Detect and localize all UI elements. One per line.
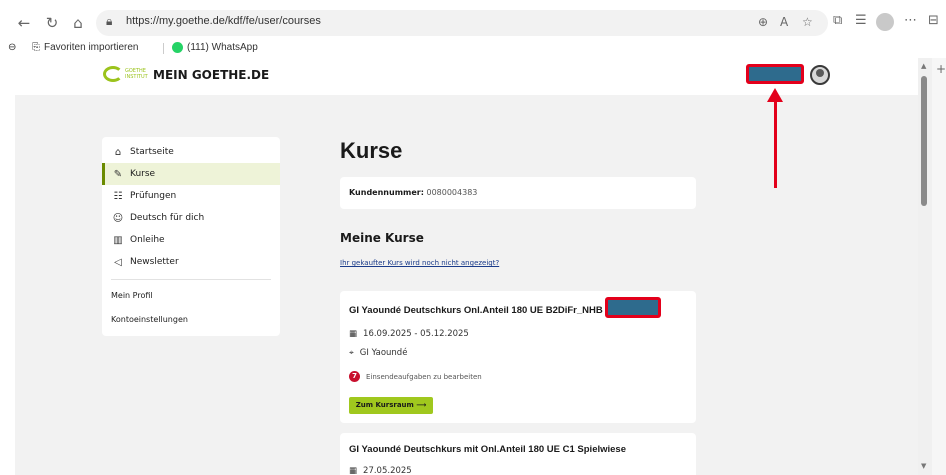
browser-toolbar: ← ↻ ⌂ 🔒︎ https://my.goethe.de/kdf/fe/use… [0,8,946,38]
sidebar-item-kontoeinstellungen[interactable]: Kontoeinstellungen [111,315,188,324]
calendar-icon: ▦ [349,466,358,475]
sidebar-item-label: Deutsch für dich [130,213,205,223]
location-icon: ⌖ [349,348,354,358]
favorites-bar: ⊖ ⎘ Favoriten importieren (111) WhatsApp [0,38,946,58]
course-dates-text: 27.05.2025 [363,466,412,475]
favorites-import-label: Favoriten importieren [44,42,139,53]
zoom-icon[interactable]: ⊕ [758,15,768,29]
scroll-thumb[interactable] [921,76,927,206]
course-room-button[interactable]: Zum Kursraum ⟶ [349,397,433,414]
add-icon[interactable]: + [936,62,946,76]
page-content: GOETHE INSTITUT MEIN GOETHE.DE ⌂ Startse… [15,58,918,475]
course-dates: ▦ 16.09.2025 - 05.12.2025 [349,329,469,339]
sidebar-item-onleihe[interactable]: ▥ Onleihe [102,229,280,251]
sidebar-item-label: Onleihe [130,235,165,245]
course-title: GI Yaoundé Deutschkurs Onl.Anteil 180 UE… [349,305,603,316]
sidebar-item-label: Startseite [130,147,174,157]
import-icon: ⎘ [32,42,40,53]
logo-mark-icon [103,66,123,82]
megaphone-icon: ◁ [114,256,122,268]
redacted-course-suffix [605,297,661,318]
course-tasks: 7 Einsendeaufgaben zu bearbeiten [349,371,482,382]
course-location-text: GI Yaoundé [359,348,408,358]
sidebar-item-startseite[interactable]: ⌂ Startseite [102,141,280,163]
profile-icon[interactable] [876,13,894,31]
avatar[interactable] [810,65,830,85]
star-icon[interactable]: ☆ [802,15,813,29]
page-title: Kurse [340,138,403,163]
logo-text: GOETHE INSTITUT [125,68,148,80]
course-icon: ✎ [113,168,123,180]
annotation-arrow [774,98,777,188]
task-text: Einsendeaufgaben zu bearbeiten [366,372,482,381]
sidebar-divider [111,279,271,280]
whatsapp-icon [172,42,183,53]
course-card: GI Yaoundé Deutschkurs mit Onl.Anteil 18… [340,433,696,475]
customer-number-value: 0080004383 [426,188,478,197]
refresh-icon[interactable]: ↻ [42,13,62,33]
browser-side-rail [932,58,946,475]
customer-number: Kundennummer: 0080004383 [349,188,477,197]
favorites-divider [163,43,164,54]
sidebar-item-pruefungen[interactable]: ☷ Prüfungen [102,185,280,207]
favorite-whatsapp[interactable]: (111) WhatsApp [172,42,258,53]
favorites-import[interactable]: ⎘ Favoriten importieren [32,42,138,53]
home-icon: ⌂ [114,146,122,158]
site-name[interactable]: MEIN GOETHE.DE [153,68,269,82]
redacted-user-name[interactable] [746,64,804,84]
course-dates: ▦ 27.05.2025 [349,466,412,475]
course-location: ⌖ GI Yaoundé [349,348,407,358]
sidebar-item-kurse[interactable]: ✎ Kurse [102,163,280,185]
scrollbar[interactable]: ▲ ▼ [918,58,932,475]
exam-icon: ☷ [113,190,123,202]
sidebar-item-deutsch-fuer-dich[interactable]: ☺ Deutsch für dich [102,207,280,229]
collections-icon[interactable]: ☰ [855,13,867,28]
library-icon: ▥ [113,234,123,246]
back-arrow-icon[interactable]: ← [14,13,34,33]
missing-course-link[interactable]: Ihr gekaufter Kurs wird noch nicht angez… [340,259,499,267]
sidebar-item-label: Prüfungen [130,191,177,201]
scroll-up-icon[interactable]: ▲ [921,62,926,70]
sidebar-item-mein-profil[interactable]: Mein Profil [111,291,153,300]
sidebar-toggle-icon[interactable]: ⊟ [928,13,939,28]
goethe-logo[interactable]: GOETHE INSTITUT [103,66,148,82]
more-icon[interactable]: ⋯ [904,13,917,28]
read-aloud-icon[interactable]: A [780,15,788,29]
section-title: Meine Kurse [340,231,424,245]
course-dates-text: 16.09.2025 - 05.12.2025 [363,329,469,339]
home-icon[interactable]: ⌂ [68,13,88,33]
course-title: GI Yaoundé Deutschkurs mit Onl.Anteil 18… [349,444,626,455]
customer-number-label: Kundennummer: [349,188,424,197]
favorite-whatsapp-label: (111) WhatsApp [187,42,258,53]
sidebar-item-newsletter[interactable]: ◁ Newsletter [102,251,280,273]
scroll-down-icon[interactable]: ▼ [921,462,926,470]
lock-icon[interactable]: 🔒︎ [106,14,112,29]
task-count-badge: 7 [349,371,360,382]
url-text[interactable]: https://my.goethe.de/kdf/fe/user/courses [126,15,321,27]
split-screen-icon[interactable]: ⧉ [833,13,842,28]
sidebar-item-label: Newsletter [130,257,179,267]
address-bar[interactable]: 🔒︎ https://my.goethe.de/kdf/fe/user/cour… [96,10,828,36]
sidebar-nav: ⌂ Startseite ✎ Kurse ☷ Prüfungen ☺ Deuts… [102,137,280,336]
collapse-icon[interactable]: ⊖ [8,42,16,53]
calendar-icon: ▦ [349,329,358,339]
course-card: GI Yaoundé Deutschkurs Onl.Anteil 180 UE… [340,291,696,423]
sidebar-item-label: Kurse [130,169,156,179]
community-icon: ☺ [112,212,124,224]
customer-number-card: Kundennummer: 0080004383 [340,177,696,209]
